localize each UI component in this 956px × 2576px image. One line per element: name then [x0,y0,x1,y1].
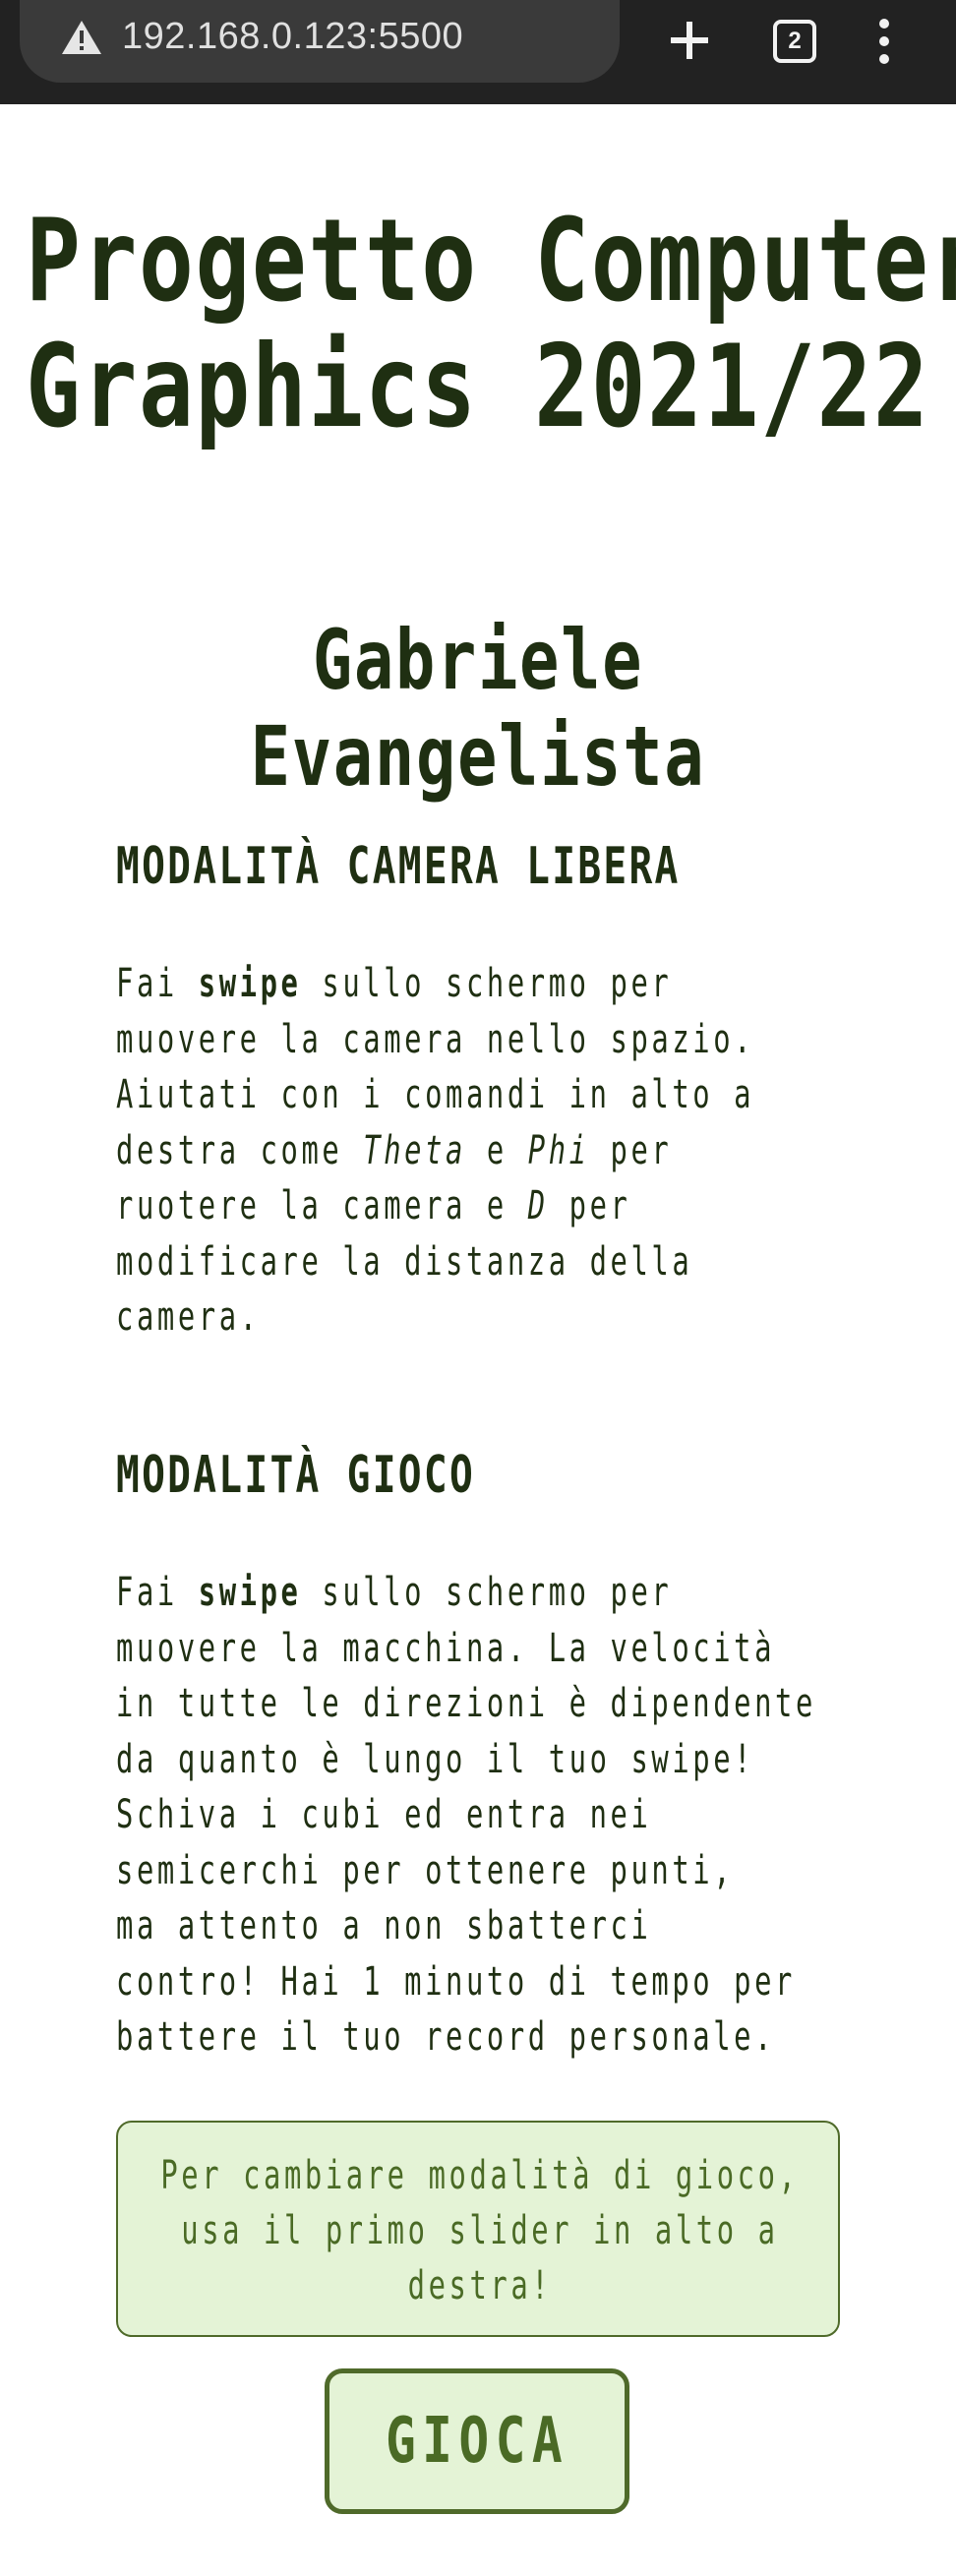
play-button[interactable]: GIOCA [325,2368,629,2514]
plus-icon[interactable] [665,16,714,65]
game-mode-line: Schiva i cubi ed entra nei [116,1792,652,1837]
free-camera-line: Aiutati con i comandi in alto a [116,1072,755,1117]
browser-toolbar: 192.168.0.123:5500 2 [0,0,956,104]
page-content: Progetto Computer Graphics 2021/22 Gabri… [0,104,956,2576]
free-camera-line: Fai swipe sullo schermo per [116,961,673,1006]
warning-icon[interactable] [61,20,102,55]
game-mode-line: contro! Hai 1 minuto di tempo per [116,1958,796,2005]
free-camera-line: destra come Theta e Phi per [116,1127,673,1173]
mode-hint-text: Per cambiare modalità di gioco, usa il p… [118,2148,842,2313]
game-mode-line: semicerchi per ottenere punti, [116,1847,735,1893]
title-line-1: Progetto Computer [26,195,956,328]
free-camera-heading: MODALITÀ CAMERA LIBERA [116,837,681,896]
page-title: Progetto Computer Graphics 2021/22 [26,195,956,453]
hint-line: Per cambiare modalità di gioco, [160,2153,800,2198]
game-mode-heading: MODALITÀ GIOCO [116,1446,476,1505]
mode-hint-box: Per cambiare modalità di gioco, usa il p… [116,2121,840,2337]
game-mode-description: Fai swipe sullo schermo per muovere la m… [116,1565,824,2066]
game-mode-line: in tutte le direzioni è dipendente [116,1681,816,1726]
game-mode-line: muovere la macchina. La velocità [116,1625,776,1671]
hint-line: destra! [407,2263,553,2308]
tabs-icon[interactable]: 2 [773,20,816,63]
play-button-label: GIOCA [385,2405,569,2478]
free-camera-line: modificare la distanza della [116,1238,693,1285]
game-mode-line: da quanto è lungo il tuo swipe! [116,1736,755,1782]
game-mode-line: battere il tuo record personale. [116,2014,776,2060]
free-camera-line: camera. [116,1294,261,1340]
free-camera-description: Fai swipe sullo schermo per muovere la c… [116,956,824,1346]
game-mode-line: ma attento a non sbatterci [116,1903,652,1948]
tab-count: 2 [788,28,802,54]
game-mode-line: Fai swipe sullo schermo per [116,1570,673,1615]
title-line-2: Graphics 2021/22 [26,321,930,453]
author-name: Gabriele Evangelista [250,612,706,805]
address-bar[interactable]: 192.168.0.123:5500 [20,0,620,83]
free-camera-line: muovere la camera nello spazio. [116,1016,755,1062]
hint-line: usa il primo slider in alto a [181,2208,779,2253]
url-text[interactable]: 192.168.0.123:5500 [122,16,463,58]
free-camera-line: ruotere la camera e D per [116,1183,631,1228]
menu-icon[interactable] [877,18,891,65]
